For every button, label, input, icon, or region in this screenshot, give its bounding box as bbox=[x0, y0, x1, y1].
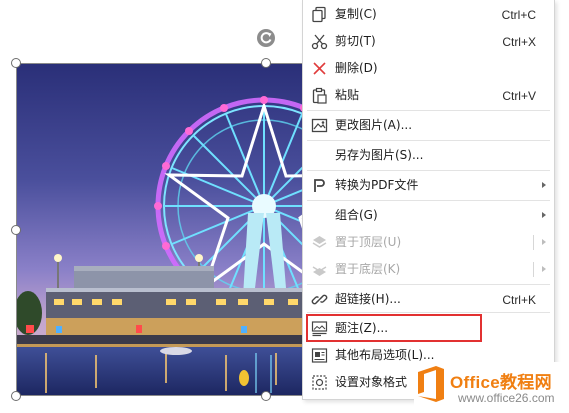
menu-item-paste[interactable]: 粘贴 Ctrl+V bbox=[303, 82, 554, 109]
menu-item-label: 删除(D) bbox=[335, 61, 378, 75]
office-logo-icon bbox=[414, 365, 448, 403]
menu-separator bbox=[307, 200, 550, 201]
watermark-url: www.office26.com bbox=[458, 391, 555, 405]
pdf-convert-icon bbox=[311, 177, 328, 194]
resize-handle-left[interactable] bbox=[11, 225, 21, 235]
menu-item-convert-to-pdf[interactable]: 转换为PDF文件 bbox=[303, 172, 554, 199]
menu-item-label: 转换为PDF文件 bbox=[335, 178, 419, 192]
menu-item-label: 另存为图片(S)... bbox=[335, 148, 424, 162]
layout-options-icon bbox=[311, 347, 328, 364]
paste-icon bbox=[311, 87, 328, 104]
hyperlink-icon bbox=[311, 291, 328, 308]
menu-item-copy[interactable]: 复制(C) Ctrl+C bbox=[303, 1, 554, 28]
menu-item-label: 剪切(T) bbox=[335, 34, 376, 48]
menu-item-group[interactable]: 组合(G) bbox=[303, 202, 554, 229]
resize-handle-top[interactable] bbox=[261, 58, 271, 68]
menu-item-label: 其他布局选项(L)... bbox=[335, 348, 435, 362]
menu-item-hyperlink[interactable]: 超链接(H)... Ctrl+K bbox=[303, 286, 554, 313]
menu-separator bbox=[307, 110, 550, 111]
watermark-brand: Office教程网 bbox=[450, 373, 552, 392]
resize-handle-top-left[interactable] bbox=[11, 58, 21, 68]
menu-item-bring-to-front[interactable]: 置于顶层(U) bbox=[303, 229, 554, 256]
menu-item-send-to-back[interactable]: 置于底层(K) bbox=[303, 256, 554, 283]
menu-item-cut[interactable]: 剪切(T) Ctrl+X bbox=[303, 28, 554, 55]
send-to-back-icon bbox=[311, 261, 328, 278]
menu-item-change-picture[interactable]: 更改图片(A)... bbox=[303, 112, 554, 139]
menu-item-label: 粘贴 bbox=[335, 88, 360, 102]
resize-handle-bottom-left[interactable] bbox=[11, 391, 21, 401]
menu-item-label: 复制(C) bbox=[335, 7, 377, 21]
format-object-icon bbox=[311, 374, 328, 391]
copy-icon bbox=[311, 6, 328, 23]
menu-item-label: 置于底层(K) bbox=[335, 262, 401, 276]
selected-picture[interactable] bbox=[16, 63, 316, 396]
split-divider bbox=[533, 235, 534, 250]
shortcut-text: Ctrl+X bbox=[502, 35, 536, 49]
watermark: Office教程网 www.office26.com bbox=[414, 362, 569, 413]
menu-separator bbox=[307, 312, 550, 313]
menu-item-label: 置于顶层(U) bbox=[335, 235, 402, 249]
menu-item-delete[interactable]: 删除(D) bbox=[303, 55, 554, 82]
submenu-arrow-icon bbox=[542, 212, 546, 218]
menu-item-label: 超链接(H)... bbox=[335, 292, 401, 306]
menu-item-label: 设置对象格式 bbox=[335, 375, 408, 389]
submenu-arrow-icon bbox=[542, 182, 546, 188]
menu-separator bbox=[307, 170, 550, 171]
submenu-arrow-icon bbox=[542, 266, 546, 272]
shortcut-text: Ctrl+K bbox=[502, 293, 536, 307]
menu-separator bbox=[307, 284, 550, 285]
delete-x-icon bbox=[311, 60, 328, 77]
menu-item-save-as-picture[interactable]: 另存为图片(S)... bbox=[303, 142, 554, 169]
resize-handle-bottom[interactable] bbox=[261, 391, 271, 401]
menu-separator bbox=[307, 140, 550, 141]
change-picture-icon bbox=[311, 117, 328, 134]
ferris-wheel-night-photo bbox=[16, 63, 316, 396]
bring-to-front-icon bbox=[311, 234, 328, 251]
submenu-arrow-icon bbox=[542, 239, 546, 245]
scissors-icon bbox=[311, 33, 328, 50]
shortcut-text: Ctrl+V bbox=[502, 89, 536, 103]
shortcut-text: Ctrl+C bbox=[501, 8, 536, 22]
rotate-handle[interactable] bbox=[257, 29, 275, 47]
rotate-icon bbox=[260, 32, 272, 44]
highlight-box bbox=[306, 314, 482, 342]
split-divider bbox=[533, 262, 534, 277]
menu-item-label: 组合(G) bbox=[335, 208, 378, 222]
menu-item-label: 更改图片(A)... bbox=[335, 118, 413, 132]
